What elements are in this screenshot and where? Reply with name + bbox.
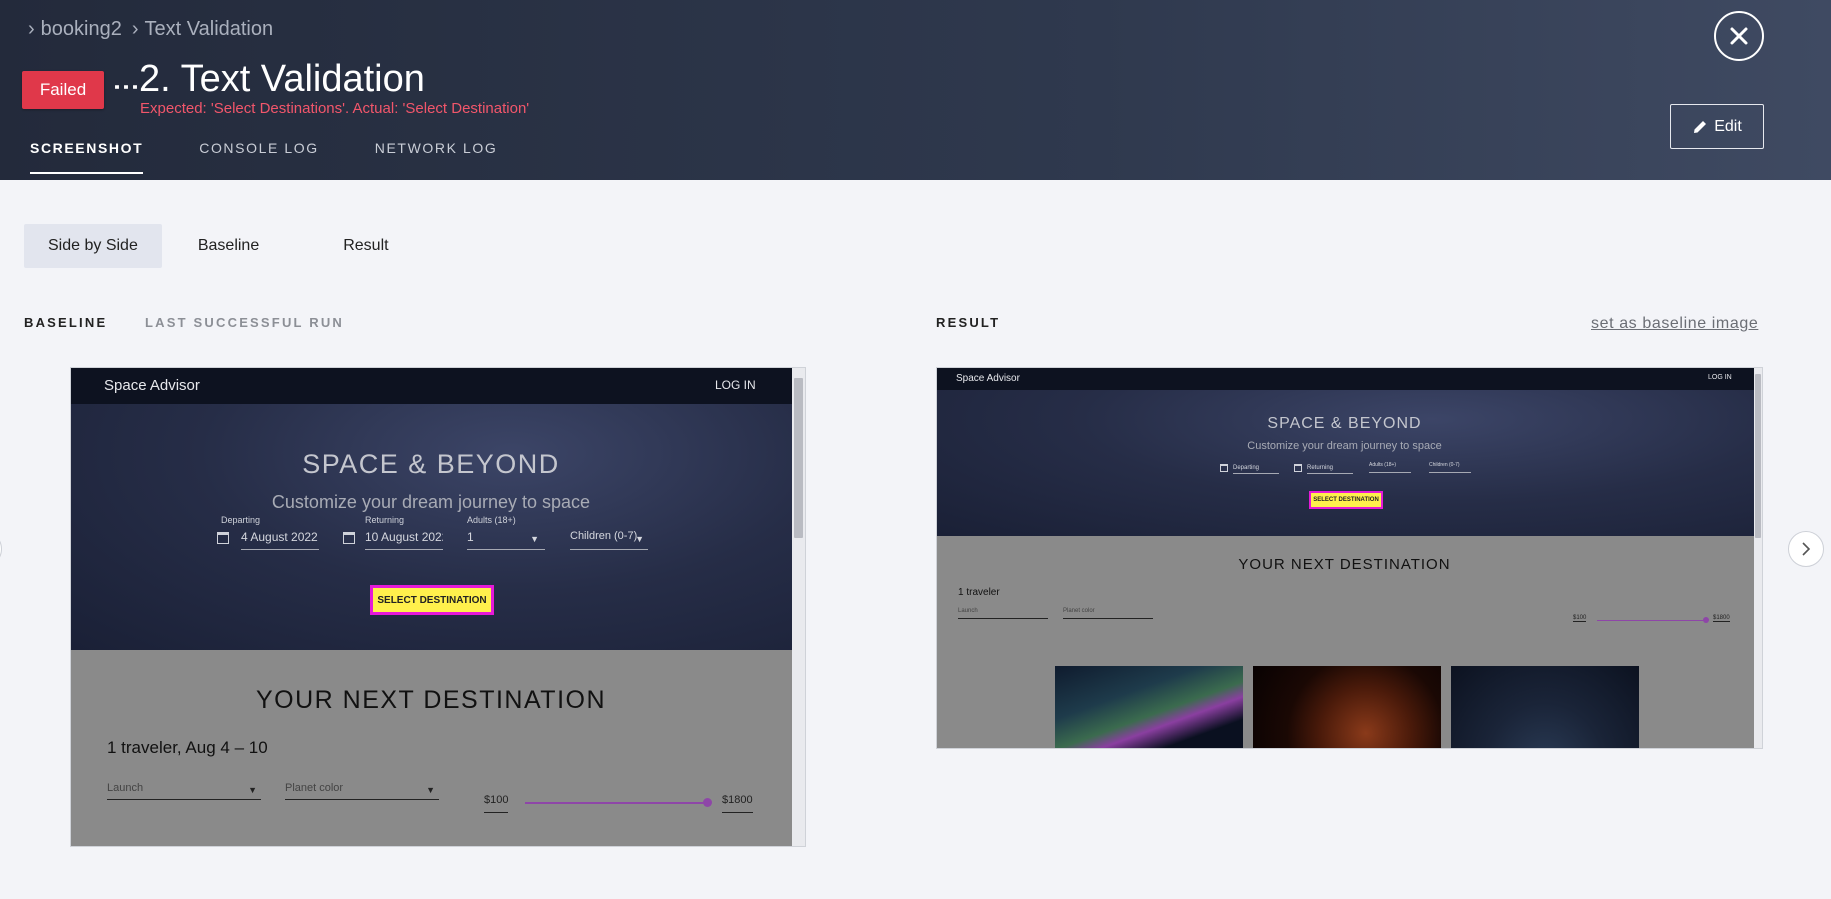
select-destination-button: SELECT DESTINATION [1309, 491, 1383, 509]
adults-value: 1 [467, 530, 474, 544]
planet-color-label: Planet color [285, 782, 344, 794]
adults-label: Adults (18+) [467, 515, 516, 525]
returning-field: 10 August 2022 [365, 530, 443, 550]
section-title: YOUR NEXT DESTINATION [1238, 556, 1451, 573]
caret-down-icon: ▼ [426, 785, 435, 795]
pencil-icon [1694, 120, 1707, 133]
price-slider [525, 802, 707, 804]
close-icon [1730, 27, 1748, 45]
calendar-icon [343, 532, 355, 544]
app-brand: Space Advisor [104, 377, 200, 394]
travelers-summary: 1 traveler [958, 587, 1000, 598]
price-max: $1800 [1713, 615, 1730, 622]
login-link: LOG IN [715, 378, 756, 392]
hero-subtitle: Customize your dream journey to space [271, 492, 591, 512]
calendar-icon [217, 532, 229, 544]
result-screenshot: Space Advisor LOG IN SPACE & BEYOND Cust… [936, 367, 1763, 749]
baseline-screenshot: Space Advisor LOG IN SPACE & BEYOND Cust… [70, 367, 806, 847]
children-select: Children (0-7) ▼ [570, 530, 648, 550]
hero-subtitle: Customize your dream journey to space [1247, 440, 1442, 452]
more-options-icon[interactable]: ⋮ [112, 74, 142, 96]
error-message: Expected: 'Select Destinations'. Actual:… [140, 100, 530, 117]
scrollbar [792, 368, 805, 846]
previous-arrow[interactable] [0, 531, 2, 567]
page-title: 2. Text Validation [139, 58, 425, 100]
chevron-right-icon [1802, 542, 1811, 556]
view-baseline[interactable]: Baseline [174, 224, 283, 268]
last-successful-run-label: LAST SUCCESSFUL RUN [145, 315, 345, 330]
price-slider-knob [1703, 617, 1709, 623]
set-as-baseline-link[interactable]: set as baseline image [1591, 315, 1758, 333]
departing-label: Departing [221, 515, 261, 525]
price-min: $100 [1573, 615, 1587, 622]
price-max: $1800 [722, 794, 753, 813]
returning-label: Returning [365, 515, 405, 525]
travelers-summary: 1 traveler, Aug 4 – 10 [107, 738, 268, 757]
scrollbar-thumb [1755, 374, 1761, 538]
destination-image-planet [1253, 666, 1441, 748]
tab-bar: SCREENSHOT CONSOLE LOG NETWORK LOG [30, 140, 497, 174]
next-arrow[interactable] [1788, 531, 1824, 567]
departing-field: 4 August 2022 [241, 530, 319, 550]
app-hero: SPACE & BEYOND Customize your dream jour… [71, 404, 805, 650]
edit-label: Edit [1714, 117, 1742, 135]
caret-down-icon: ▼ [248, 785, 257, 795]
app-navbar: Space Advisor LOG IN [937, 368, 1762, 390]
app-navbar: Space Advisor LOG IN [71, 368, 805, 404]
breadcrumb-item-step: Text Validation [144, 18, 274, 40]
view-result[interactable]: Result [319, 224, 412, 268]
price-slider [1597, 620, 1705, 621]
price-min: $100 [484, 794, 509, 813]
close-button[interactable] [1714, 11, 1764, 61]
breadcrumb-item-suite[interactable]: booking2 [41, 18, 122, 41]
price-slider-knob [703, 798, 712, 807]
launch-label: Launch [107, 782, 144, 794]
adults-select: 1 ▼ [467, 530, 545, 550]
adults-select: Adults (18+) [1369, 462, 1411, 473]
chevron-right-icon: › [28, 18, 35, 40]
planet-color-select: Planet color ▼ [285, 782, 439, 800]
calendar-icon [1220, 464, 1228, 472]
scrollbar-thumb [794, 378, 803, 538]
destination-image-aurora [1055, 666, 1243, 748]
departing-field: Departing [1233, 462, 1279, 474]
chevron-right-icon: › [131, 18, 139, 40]
header: › booking2 › Text Validation Failed ⋮ 2.… [0, 0, 1831, 180]
baseline-label: BASELINE [24, 315, 108, 330]
section-title: YOUR NEXT DESTINATION [255, 686, 607, 714]
edit-button[interactable]: Edit [1670, 104, 1764, 149]
app-lower-section: YOUR NEXT DESTINATION 1 traveler, Aug 4 … [71, 650, 805, 846]
caret-down-icon: ▼ [530, 534, 539, 544]
calendar-icon [1294, 464, 1302, 472]
result-label: RESULT [936, 315, 1001, 330]
view-side-by-side[interactable]: Side by Side [24, 224, 162, 268]
app-brand: Space Advisor [956, 373, 1020, 384]
launch-select: Launch [958, 608, 1048, 619]
view-mode-toggle: Side by Side Baseline Result [24, 224, 413, 268]
breadcrumb: › booking2 › Text Validation [28, 18, 273, 41]
hero-title: SPACE & BEYOND [302, 449, 560, 479]
caret-down-icon: ▼ [635, 534, 644, 544]
hero-title: SPACE & BEYOND [1267, 415, 1422, 432]
tab-network-log[interactable]: NETWORK LOG [375, 140, 498, 174]
destination-image-earth-night [1451, 666, 1639, 748]
select-destination-button: SELECT DESTINATION [370, 585, 494, 615]
app-hero: SPACE & BEYOND Customize your dream jour… [937, 390, 1762, 536]
tab-screenshot[interactable]: SCREENSHOT [30, 140, 144, 174]
planet-color-select: Planet color [1063, 608, 1153, 619]
app-lower-section: YOUR NEXT DESTINATION 1 traveler Launch … [937, 536, 1762, 748]
scrollbar [1754, 368, 1762, 748]
launch-select: Launch ▼ [107, 782, 261, 800]
children-select: Children (0-7) [1429, 462, 1471, 473]
returning-field: Returning [1307, 462, 1353, 474]
login-link: LOG IN [1708, 374, 1732, 381]
status-badge: Failed [22, 71, 104, 109]
tab-console-log[interactable]: CONSOLE LOG [199, 140, 319, 174]
children-label: Children (0-7) [570, 530, 638, 542]
